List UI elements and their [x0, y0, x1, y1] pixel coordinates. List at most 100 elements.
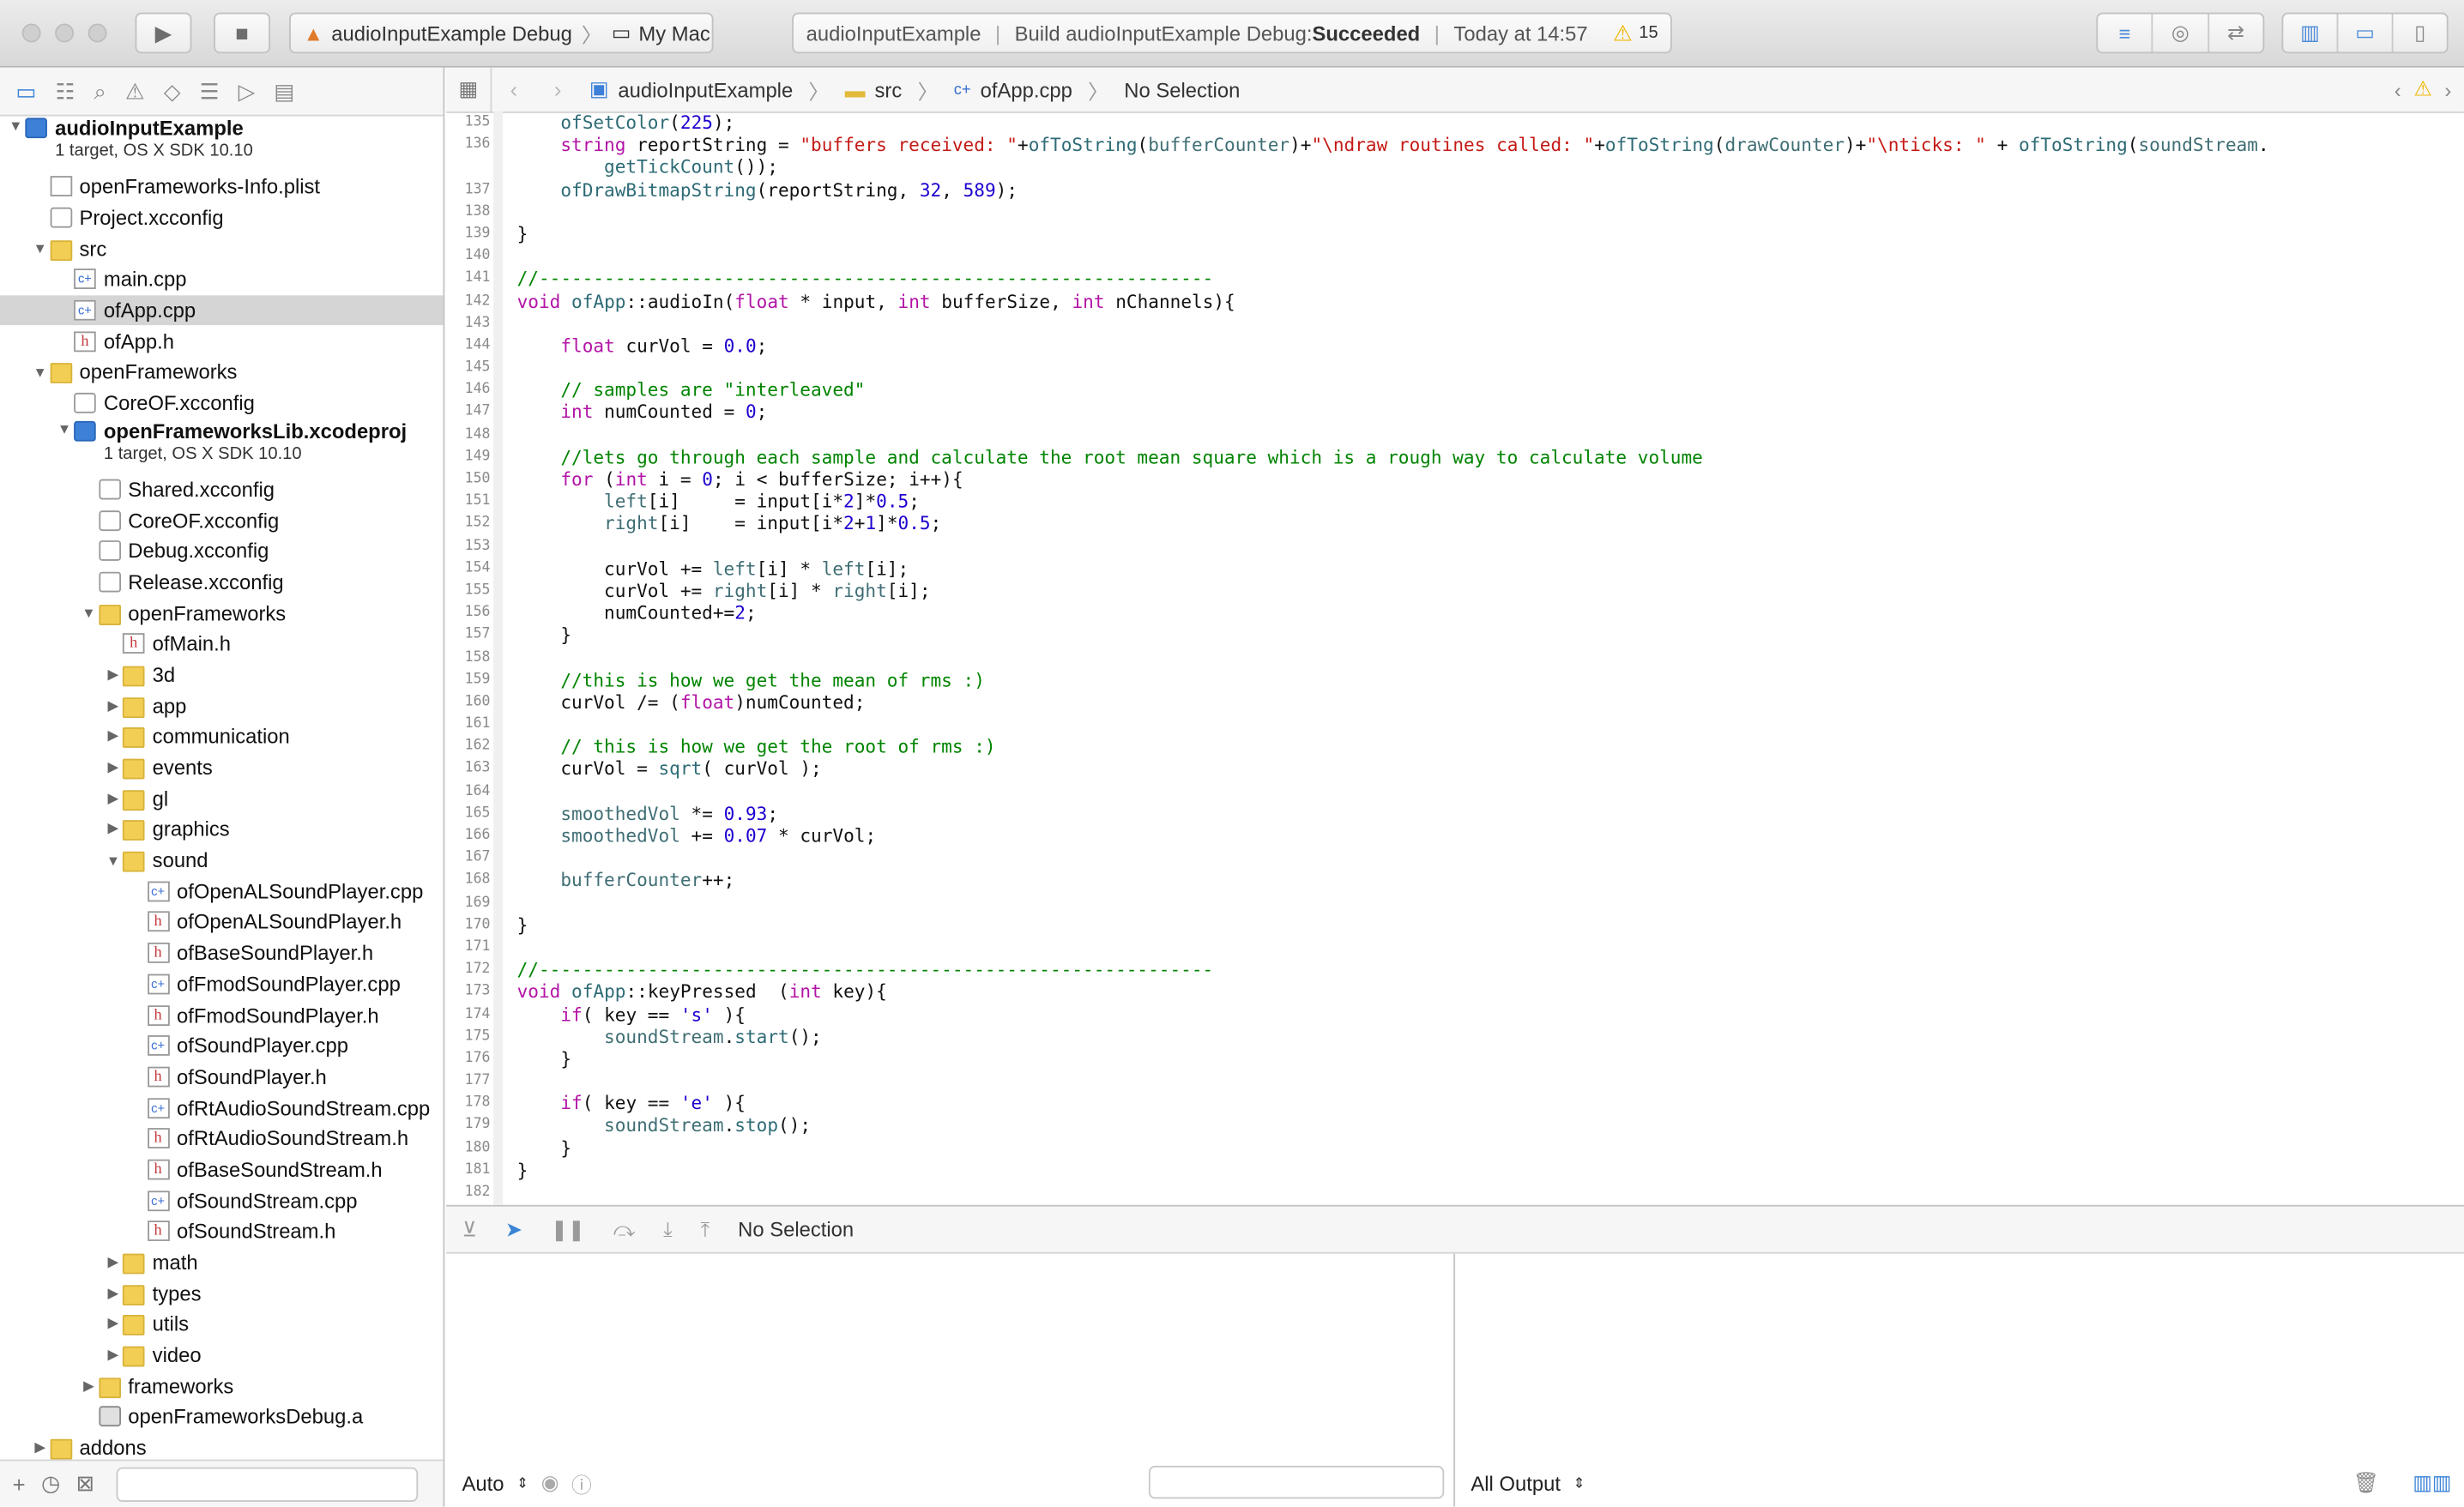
navigator-item[interactable]: h ofSoundPlayer.h: [0, 1061, 444, 1092]
code-line[interactable]: [517, 937, 2269, 959]
code-line[interactable]: }: [517, 1159, 2269, 1181]
navigator-item[interactable]: c+ ofFmodSoundPlayer.cpp: [0, 968, 444, 999]
run-button[interactable]: ▶: [135, 12, 192, 54]
test-icon[interactable]: ◇: [164, 78, 181, 105]
navigator-item[interactable]: ▼ openFrameworks: [0, 357, 444, 388]
code-line[interactable]: [517, 647, 2269, 669]
code-line[interactable]: }: [517, 624, 2269, 647]
code-line[interactable]: int numCounted = 0;: [517, 401, 2269, 424]
code-line[interactable]: //this is how we get the mean of rms :): [517, 669, 2269, 691]
navigator-item[interactable]: ▼ audioInputExample 1 target, OS X SDK 10.…: [0, 117, 444, 172]
navigator-item[interactable]: ▶ graphics: [0, 814, 444, 845]
navigator-item[interactable]: Debug.xcconfig: [0, 535, 444, 566]
code-line[interactable]: }: [517, 914, 2269, 937]
code-line[interactable]: [517, 892, 2269, 914]
trash-icon[interactable]: 🗑: [2353, 1470, 2379, 1495]
navigator-item[interactable]: h ofRtAudioSoundStream.h: [0, 1123, 444, 1154]
code-line[interactable]: string reportString = "buffers received:…: [517, 134, 2268, 156]
breadcrumb-group[interactable]: src: [875, 78, 903, 101]
source-control-filter-icon[interactable]: ⊠: [76, 1470, 94, 1497]
navigator-item[interactable]: h ofApp.h: [0, 326, 444, 357]
code-line[interactable]: }: [517, 223, 2269, 245]
code-line[interactable]: if( key == 's' ){: [517, 1003, 2269, 1025]
disclosure-collapsed-icon[interactable]: ▶: [31, 1439, 50, 1456]
scheme-selector[interactable]: ▲ audioInputExample Debug 〉 ▭ My Mac: [289, 12, 714, 54]
forward-arrow-icon[interactable]: ›: [536, 77, 580, 102]
close-window-button[interactable]: [21, 23, 41, 43]
quick-look-icon[interactable]: ◉: [541, 1470, 559, 1495]
disclosure-collapsed-icon[interactable]: ▶: [104, 1285, 123, 1302]
debug-area-toggle-icon[interactable]: ▭: [2338, 14, 2394, 52]
code-line[interactable]: left[i] = input[i*2]*0.5;: [517, 491, 2269, 513]
scheme-destination[interactable]: My Mac: [638, 21, 710, 45]
log-icon[interactable]: ▤: [274, 78, 294, 105]
breakpoints-toggle-icon[interactable]: ➤: [505, 1217, 522, 1242]
code-line[interactable]: numCounted+=2;: [517, 602, 2269, 624]
code-line[interactable]: ofSetColor(225);: [517, 112, 2269, 134]
code-line[interactable]: [517, 424, 2269, 446]
navigator-item[interactable]: Release.xcconfig: [0, 566, 444, 597]
breadcrumb-file[interactable]: ofApp.cpp: [981, 78, 1072, 101]
navigator-item[interactable]: c+ ofSoundPlayer.cpp: [0, 1030, 444, 1061]
navigator-item[interactable]: h ofFmodSoundPlayer.h: [0, 999, 444, 1030]
disclosure-collapsed-icon[interactable]: ▶: [104, 697, 123, 714]
navigator-item[interactable]: ▶ events: [0, 752, 444, 783]
navigator-item[interactable]: openFrameworks-Info.plist: [0, 172, 444, 202]
standard-editor-icon[interactable]: ≡: [2098, 14, 2153, 52]
navigator-item[interactable]: ▶ types: [0, 1278, 444, 1309]
code-line[interactable]: bufferCounter++;: [517, 870, 2269, 892]
navigator-item[interactable]: CoreOF.xcconfig: [0, 504, 444, 535]
navigator-item[interactable]: ▶ math: [0, 1247, 444, 1278]
disclosure-collapsed-icon[interactable]: ▶: [104, 1316, 123, 1333]
related-items-icon[interactable]: ▦: [446, 67, 492, 112]
hide-debug-area-icon[interactable]: ⊻: [462, 1217, 476, 1242]
code-line[interactable]: [517, 245, 2269, 268]
navigator-item[interactable]: c+ ofApp.cpp: [0, 294, 444, 326]
issue-icon[interactable]: ⚠: [125, 78, 145, 105]
navigator-filter-field[interactable]: [116, 1466, 419, 1502]
folder-icon[interactable]: ▭: [15, 78, 36, 105]
step-out-icon[interactable]: ⤒: [701, 1217, 710, 1242]
debug-icon[interactable]: ☰: [200, 78, 220, 105]
navigator-item[interactable]: openFrameworksDebug.a: [0, 1402, 444, 1432]
disclosure-collapsed-icon[interactable]: ▶: [104, 790, 123, 807]
stop-button[interactable]: ■: [214, 12, 271, 54]
navigator-item[interactable]: ▼ sound: [0, 845, 444, 876]
code-line[interactable]: curVol += left[i] * left[i];: [517, 558, 2269, 580]
navigator-item[interactable]: ▼ src: [0, 233, 444, 264]
info-icon[interactable]: ⓘ: [571, 1468, 592, 1498]
code-line[interactable]: ofDrawBitmapString(reportString, 32, 589…: [517, 178, 2269, 201]
minimize-window-button[interactable]: [55, 23, 75, 43]
version-editor-icon[interactable]: ⇄: [2209, 14, 2263, 51]
code-line[interactable]: // samples are "interleaved": [517, 379, 2269, 401]
navigator-item[interactable]: ▶ frameworks: [0, 1371, 444, 1402]
code-line[interactable]: soundStream.stop();: [517, 1114, 2269, 1136]
utilities-toggle-icon[interactable]: ▯: [2394, 14, 2447, 51]
zoom-window-button[interactable]: [88, 23, 107, 43]
code-line[interactable]: curVol += right[i] * right[i];: [517, 580, 2269, 602]
navigator-item[interactable]: h ofOpenALSoundPlayer.h: [0, 907, 444, 937]
symbol-icon[interactable]: ☷: [56, 78, 75, 105]
source-editor[interactable]: 135 136 137 138 139 140 141 142 143 144 145 146 147 1…: [446, 112, 2464, 1205]
split-view-icon[interactable]: ▥▥: [2413, 1470, 2451, 1495]
navigator-item[interactable]: ▶ 3d: [0, 660, 444, 690]
navigator-item[interactable]: ▼ openFrameworks: [0, 597, 444, 628]
disclosure-collapsed-icon[interactable]: ▶: [104, 821, 123, 838]
warning-icon[interactable]: ⚠: [2413, 77, 2431, 102]
code-line[interactable]: //--------------------------------------…: [517, 268, 2269, 290]
navigator-item[interactable]: ▼ openFrameworksLib.xcodeproj 1 target, OS…: [0, 419, 444, 473]
navigator-item[interactable]: h ofMain.h: [0, 629, 444, 660]
code-line[interactable]: [517, 1181, 2269, 1203]
disclosure-collapsed-icon[interactable]: ▶: [104, 759, 123, 776]
navigator-item[interactable]: c+ ofSoundStream.cpp: [0, 1185, 444, 1216]
code-line[interactable]: [517, 714, 2269, 736]
navigator-item[interactable]: h ofBaseSoundPlayer.h: [0, 937, 444, 968]
disclosure-expanded-icon[interactable]: ▼: [104, 853, 123, 868]
code-line[interactable]: curVol = sqrt( curVol );: [517, 758, 2269, 781]
disclosure-collapsed-icon[interactable]: ▶: [104, 666, 123, 684]
code-line[interactable]: void ofApp::keyPressed (int key){: [517, 980, 2269, 1003]
navigator-item[interactable]: h ofBaseSoundStream.h: [0, 1154, 444, 1185]
breadcrumb-project[interactable]: audioInputExample: [618, 78, 793, 101]
breakpoint-icon[interactable]: ▷: [239, 78, 256, 105]
variables-scope-select[interactable]: Auto: [462, 1471, 504, 1494]
